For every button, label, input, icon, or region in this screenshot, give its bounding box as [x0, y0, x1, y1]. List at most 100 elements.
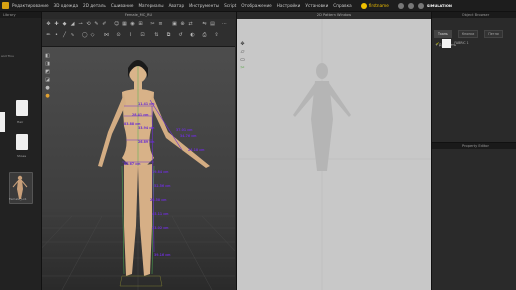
library-item-label: Shoes	[17, 154, 27, 158]
library-item-label: Hair	[17, 120, 24, 124]
menu-2d-pattern[interactable]: 2D деталь	[83, 3, 106, 8]
object-browser-panel: Object Browser Ткань Кнопки Петли + Доба…	[431, 12, 516, 142]
camera-tool-icon[interactable]: ◉	[130, 22, 135, 27]
lock-tool-icon[interactable]: ▤	[210, 22, 215, 27]
shape-tool-icon[interactable]: ◯	[82, 33, 88, 38]
property-editor-title: Property Editor	[432, 143, 516, 149]
render-tool-icon[interactable]: ◐	[190, 33, 195, 38]
checkmark-icon: ✔	[436, 40, 440, 46]
measure-label: 37.01 cm	[176, 128, 193, 132]
measure-label: 24.18 cm	[188, 148, 205, 152]
avatar-silhouette	[237, 19, 432, 290]
sync-icon[interactable]	[360, 2, 367, 9]
library-item-label: Female_Lx1	[9, 197, 27, 201]
library-side-text: and Trou	[1, 54, 14, 58]
menu-script[interactable]: Script	[224, 3, 236, 8]
avatar-left-arm	[98, 94, 126, 167]
line-tool-icon[interactable]: ╱	[62, 33, 67, 38]
copy-tool-icon[interactable]: ⧉	[166, 33, 171, 38]
menu-preferences[interactable]: Установки	[305, 3, 328, 8]
edit-tool-icon[interactable]: ✎	[94, 22, 99, 27]
viewport-2d-title: 2D Pattern Window	[237, 12, 431, 19]
brush-tool-icon[interactable]: ✐	[102, 22, 107, 27]
more-tools-icon[interactable]: ⋯	[222, 22, 227, 27]
measure-label: 26.58 cm	[150, 198, 167, 202]
avatar-left-leg	[124, 164, 138, 276]
measure-label: 52.56 cm	[154, 184, 171, 188]
measure-tool-icon[interactable]: ⊸	[78, 22, 83, 27]
viewport-3d-title: Female_MC_RU	[42, 12, 235, 19]
snap-tool-icon[interactable]: ⊡	[140, 33, 145, 38]
menu-sewing[interactable]: Сшивание	[111, 3, 134, 8]
measure-label: 34.76 cm	[180, 134, 197, 138]
measure-label: 89.67 cm	[124, 162, 141, 166]
library-left-edge-items	[0, 112, 5, 132]
grid-tool-icon[interactable]: ▦	[122, 22, 127, 27]
pleat-tool-icon[interactable]: ⋈	[104, 33, 109, 38]
menu-bar: Редактирование 3D одежда 2D деталь Сшива…	[0, 0, 516, 12]
point-tool-icon[interactable]: •	[54, 33, 59, 38]
library-panel: Library and Trou Hair Shoes Female_Lx1	[0, 12, 42, 290]
dart-tool-icon[interactable]: ◇	[90, 33, 95, 38]
measure-label: 39.16 cm	[154, 253, 171, 257]
texture-tool-icon[interactable]: ▣	[172, 22, 177, 27]
tab-buttonholes[interactable]: Петли	[484, 30, 503, 38]
avatar-right-leg	[138, 164, 152, 276]
measure-label: 28.41 cm	[132, 113, 149, 117]
property-editor-panel: Property Editor	[431, 142, 516, 290]
menu-settings[interactable]: Настройки	[277, 3, 301, 8]
tape-tool-icon[interactable]: ⟲	[86, 22, 91, 27]
viewport-2d[interactable]: 2D Pattern Window ✥ ▱ ▭ ✂	[236, 12, 432, 290]
menu-materials[interactable]: Материалы	[138, 3, 163, 8]
simulation-mode-label[interactable]: SIMULATION	[427, 4, 452, 8]
menu-display[interactable]: Отображение	[241, 3, 272, 8]
measure-label: 45.11 cm	[152, 212, 169, 216]
measure-label: 26.89 cm	[138, 140, 155, 144]
pin-tool-icon[interactable]: ◆	[62, 22, 67, 27]
viewport-3d-toolbar: ✥ ✚ ◆ ◢ ⊸ ⟲ ✎ ✐ ☺ ▦ ◉ ⊞ ✂ ≡ ▣ ⊕ ⇄ ⇋ ▤ ⋯ …	[42, 19, 235, 47]
settings-icon[interactable]	[397, 2, 404, 9]
globe-icon[interactable]	[417, 2, 424, 9]
floor-grid	[42, 215, 235, 290]
menu-edit[interactable]: Редактирование	[12, 3, 49, 8]
print-tool-icon[interactable]: ⎙	[202, 33, 207, 38]
app-logo-icon	[2, 2, 9, 9]
library-item-hair[interactable]	[16, 100, 28, 116]
library-item-shoes[interactable]	[16, 134, 28, 150]
user-name[interactable]: firstname	[369, 3, 389, 8]
transform-tool-icon[interactable]: ⊞	[138, 22, 143, 27]
grid-icon[interactable]	[407, 2, 414, 9]
fabric-name: FABRIC 1	[454, 41, 469, 45]
menu-avatar[interactable]: Аватар	[169, 3, 185, 8]
measure-label: 33.94 cm	[138, 126, 155, 130]
zip-tool-icon[interactable]: ⌇	[128, 33, 133, 38]
export-tool-icon[interactable]: ⇪	[214, 33, 219, 38]
zoom-tool-icon[interactable]: ⊕	[180, 22, 185, 27]
reset-tool-icon[interactable]: ↺	[178, 33, 183, 38]
avatar-3d-figure[interactable]	[42, 46, 235, 290]
measure-label: 11.41 cm	[138, 102, 155, 106]
menu-help[interactable]: Справка	[333, 3, 351, 8]
curve-tool-icon[interactable]: ∿	[70, 33, 75, 38]
tab-buttons[interactable]: Кнопки	[457, 30, 479, 38]
menu-tools[interactable]: Инструменты	[189, 3, 219, 8]
symmetry-tool-icon[interactable]: ⇋	[202, 22, 207, 27]
measure-label: 19.84 cm	[152, 170, 169, 174]
measure-label: 23.02 cm	[152, 226, 169, 230]
fold-tool-icon[interactable]: ◢	[70, 22, 75, 27]
viewport-3d[interactable]: Female_MC_RU ✥ ✚ ◆ ◢ ⊸ ⟲ ✎ ✐ ☺ ▦ ◉ ⊞ ✂ ≡…	[42, 12, 235, 290]
stitch-tool-icon[interactable]: ✂	[150, 22, 155, 27]
button-tool-icon[interactable]: ⊙	[116, 33, 121, 38]
menu-3d-garment[interactable]: 3D одежда	[54, 3, 79, 8]
library-title: Library	[0, 12, 41, 18]
flip-tool-icon[interactable]: ⇅	[154, 33, 159, 38]
draw-tool-icon[interactable]: ✏	[46, 33, 51, 38]
fabric-swatch	[442, 38, 452, 48]
select-tool-icon[interactable]: ✥	[46, 22, 51, 27]
move-tool-icon[interactable]: ✚	[54, 22, 59, 27]
arrange-tool-icon[interactable]: ⇄	[188, 22, 193, 27]
tab-fabric[interactable]: Ткань	[434, 30, 452, 38]
fabric-list-item[interactable]: ✔ FABRIC 1	[436, 38, 512, 48]
layer-tool-icon[interactable]: ≡	[158, 22, 163, 27]
avatar-tool-icon[interactable]: ☺	[114, 22, 119, 27]
